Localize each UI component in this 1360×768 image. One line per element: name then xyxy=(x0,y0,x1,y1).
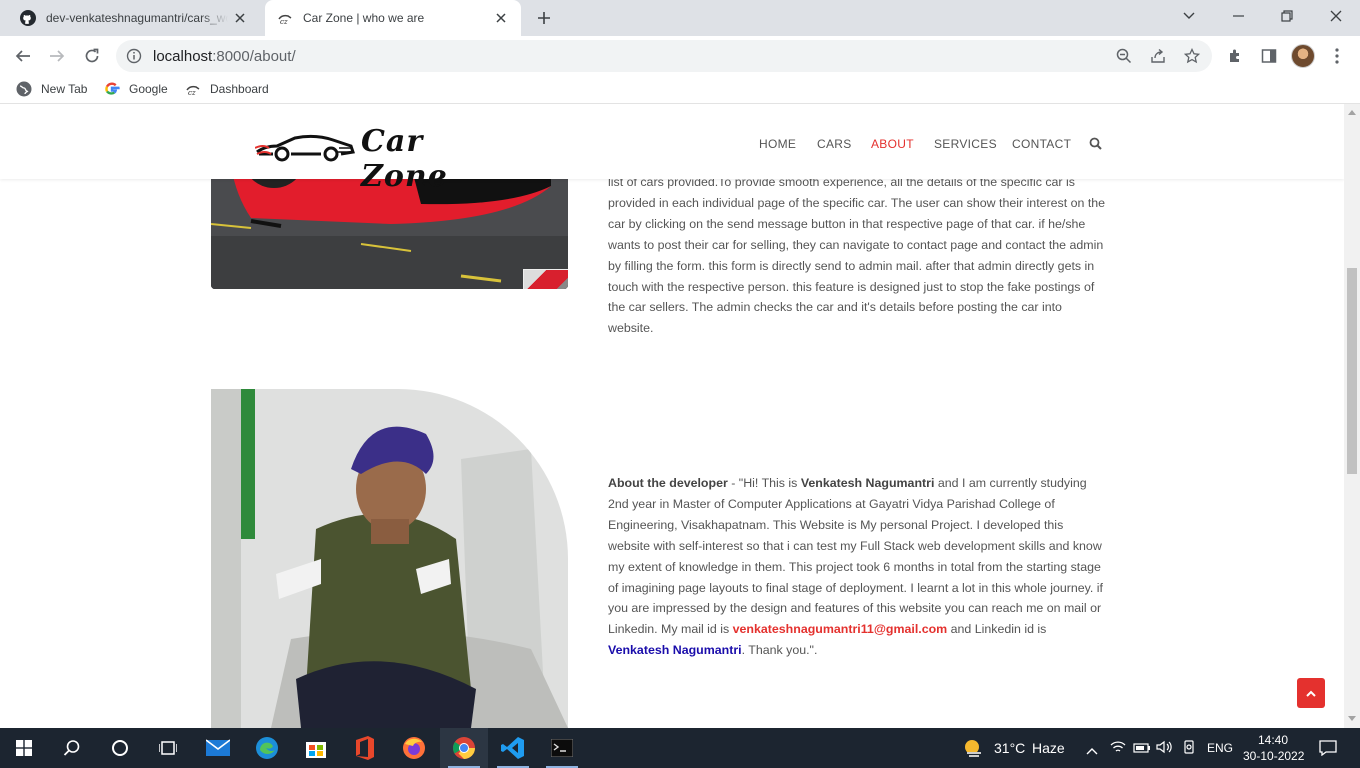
developer-text: - "Hi! This is xyxy=(727,476,801,490)
menu-kebab-icon[interactable] xyxy=(1325,44,1349,68)
volume-icon[interactable] xyxy=(1156,740,1174,759)
chevron-up-icon xyxy=(1306,684,1316,702)
weather-condition[interactable]: Haze xyxy=(1032,740,1065,756)
windows-start-icon[interactable] xyxy=(0,728,48,768)
bookmark-label: Google xyxy=(129,82,168,96)
developer-text: and Linkedin id is xyxy=(947,622,1047,637)
bookmark-new-tab[interactable]: New Tab xyxy=(16,81,87,97)
developer-name: Venkatesh Nagumantri xyxy=(800,476,935,490)
terminal-icon[interactable] xyxy=(538,728,586,768)
zoom-icon[interactable] xyxy=(1114,46,1134,66)
scrollbar-thumb[interactable] xyxy=(1347,268,1357,474)
store-icon[interactable] xyxy=(292,728,340,768)
tab-github[interactable]: dev-venkateshnagumantri/cars_wor xyxy=(8,0,260,36)
restore-icon[interactable] xyxy=(1263,0,1311,32)
developer-description: About the developer - "Hi! This is Venka… xyxy=(608,473,1108,661)
input-language[interactable]: ENG xyxy=(1207,741,1233,755)
scroll-to-top-button[interactable] xyxy=(1297,678,1325,708)
notifications-icon[interactable] xyxy=(1319,740,1337,761)
page-viewport: list of cars provided.To provide smooth … xyxy=(0,104,1344,728)
tab-search-icon[interactable] xyxy=(1165,0,1213,32)
slider-thumbnail[interactable] xyxy=(523,269,568,289)
developer-text: . Thank you.". xyxy=(741,643,818,658)
about-description: list of cars provided.To provide smooth … xyxy=(608,175,1106,336)
nav-cars[interactable]: CARS xyxy=(817,137,852,151)
battery-icon[interactable] xyxy=(1133,741,1151,759)
clock-time[interactable]: 14:40 xyxy=(1258,733,1288,747)
tab-strip: dev-venkateshnagumantri/cars_wor cz Car … xyxy=(0,0,1360,36)
windows-taskbar: 31°C Haze ENG 14:40 30-10-2022 xyxy=(0,728,1360,768)
taskbar-search-icon[interactable] xyxy=(48,728,96,768)
reload-icon[interactable] xyxy=(78,42,106,70)
mail-icon[interactable] xyxy=(194,728,242,768)
close-tab-icon[interactable] xyxy=(489,6,513,30)
page-scrollbar[interactable] xyxy=(1344,104,1360,728)
bookmark-label: Dashboard xyxy=(210,82,269,96)
minimize-icon[interactable] xyxy=(1214,0,1262,32)
brand-name: Car Zone xyxy=(361,124,448,194)
nav-contact[interactable]: CONTACT xyxy=(1012,137,1071,151)
cortana-icon[interactable] xyxy=(96,728,144,768)
side-panel-icon[interactable] xyxy=(1257,44,1281,68)
nav-home[interactable]: HOME xyxy=(759,137,796,151)
site-logo[interactable]: Car Zone xyxy=(255,124,495,194)
scroll-up-arrow-icon[interactable] xyxy=(1348,110,1356,115)
address-bar[interactable]: localhost:8000/about/ xyxy=(116,40,1212,72)
weather-temp[interactable]: 31°C xyxy=(994,740,1025,756)
scroll-down-arrow-icon[interactable] xyxy=(1348,716,1356,721)
github-icon xyxy=(20,10,36,26)
svg-text:cz: cz xyxy=(280,18,288,26)
svg-text:cz: cz xyxy=(188,89,196,97)
back-icon[interactable] xyxy=(9,42,37,70)
tab-carzone[interactable]: cz Car Zone | who we are xyxy=(265,0,521,36)
globe-icon xyxy=(16,81,32,97)
tray-chevron-up-icon[interactable] xyxy=(1086,742,1098,760)
close-tab-icon[interactable] xyxy=(228,6,252,30)
close-window-icon[interactable] xyxy=(1312,0,1360,32)
developer-email-link[interactable]: venkateshnagumantri11@gmail.com xyxy=(733,622,948,636)
bookmark-star-icon[interactable] xyxy=(1182,46,1202,66)
share-icon[interactable] xyxy=(1148,46,1168,66)
meet-now-icon[interactable] xyxy=(1182,740,1196,759)
search-icon[interactable] xyxy=(1089,137,1103,151)
firefox-icon[interactable] xyxy=(390,728,438,768)
site-header: Car Zone HOME CARS ABOUT SERVICES CONTAC… xyxy=(0,104,1344,194)
clock-date[interactable]: 30-10-2022 xyxy=(1243,749,1304,763)
developer-label: About the developer xyxy=(608,476,728,490)
chrome-icon[interactable] xyxy=(440,728,488,768)
profile-avatar[interactable] xyxy=(1291,44,1315,68)
bookmark-google[interactable]: Google xyxy=(104,81,168,97)
url-text[interactable]: localhost:8000/about/ xyxy=(153,48,296,65)
edge-icon[interactable] xyxy=(243,728,291,768)
developer-photo xyxy=(211,389,568,728)
extensions-icon[interactable] xyxy=(1223,44,1247,68)
vscode-icon[interactable] xyxy=(489,728,537,768)
tab-title: Car Zone | who we are xyxy=(303,11,425,25)
wifi-icon[interactable] xyxy=(1110,740,1126,759)
bookmark-label: New Tab xyxy=(41,82,88,96)
bookmark-dashboard[interactable]: cz Dashboard xyxy=(185,81,269,97)
forward-icon[interactable] xyxy=(43,42,71,70)
new-tab-button[interactable] xyxy=(532,6,556,30)
carzone-favicon: cz xyxy=(277,10,293,26)
developer-linkedin-link[interactable]: Venkatesh Nagumantri xyxy=(608,643,742,657)
browser-toolbar: localhost:8000/about/ xyxy=(0,36,1360,76)
bookmarks-bar: New Tab Google cz Dashboard xyxy=(0,76,1360,104)
weather-icon[interactable] xyxy=(963,738,985,758)
url-host: localhost xyxy=(153,48,213,65)
nav-about[interactable]: ABOUT xyxy=(871,137,914,151)
tab-title: dev-venkateshnagumantri/cars_wor xyxy=(46,11,228,25)
google-icon xyxy=(104,81,120,97)
office-icon[interactable] xyxy=(341,728,389,768)
url-path: :8000/about/ xyxy=(212,48,296,65)
carzone-favicon: cz xyxy=(185,81,201,97)
developer-text: and I am currently studying 2nd year in … xyxy=(608,476,1103,637)
task-view-icon[interactable] xyxy=(144,728,192,768)
site-info-icon[interactable] xyxy=(126,48,142,64)
nav-services[interactable]: SERVICES xyxy=(934,137,997,151)
